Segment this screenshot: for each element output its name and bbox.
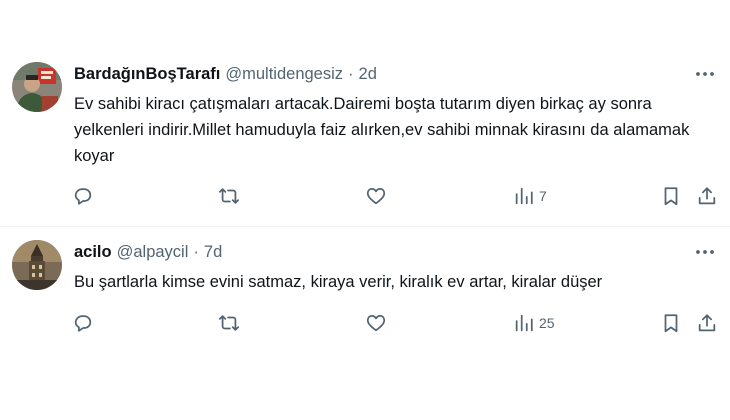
heart-icon xyxy=(366,187,386,205)
reply-icon xyxy=(74,315,92,332)
tweet[interactable]: BardağınBoşTarafı @multidengesiz · 2d Ev… xyxy=(0,0,730,226)
views-count: 25 xyxy=(539,315,555,331)
bookmark-icon xyxy=(664,187,678,206)
separator-dot: · xyxy=(348,64,354,83)
like-button[interactable] xyxy=(365,310,387,336)
share-icon xyxy=(698,314,716,332)
views-chart-icon xyxy=(515,187,533,205)
share-icon xyxy=(698,187,716,205)
more-options-button[interactable] xyxy=(692,241,718,263)
bookmark-button[interactable] xyxy=(660,310,682,336)
views-button[interactable]: 7 xyxy=(513,183,547,209)
display-name[interactable]: acilo xyxy=(74,243,112,262)
like-button[interactable] xyxy=(365,183,387,209)
tweet-text: Ev sahibi kiracı çatışmaları artacak.Dai… xyxy=(74,95,690,165)
timestamp[interactable]: 7d xyxy=(204,243,222,262)
share-button[interactable] xyxy=(696,183,718,209)
reply-icon xyxy=(74,188,92,205)
heart-icon xyxy=(366,314,386,332)
bookmark-icon xyxy=(664,314,678,333)
tweet-actions: 7 xyxy=(70,183,720,209)
share-button[interactable] xyxy=(696,310,718,336)
separator-dot: · xyxy=(193,242,199,261)
avatar-person-icon xyxy=(12,62,62,112)
views-button[interactable]: 25 xyxy=(513,310,555,336)
retweet-button[interactable] xyxy=(218,310,240,336)
avatar[interactable] xyxy=(12,240,62,290)
avatar-tower-icon xyxy=(12,240,62,290)
more-options-button[interactable] xyxy=(692,63,718,85)
timestamp[interactable]: 2d xyxy=(359,65,377,84)
retweet-icon xyxy=(218,315,240,331)
retweet-button[interactable] xyxy=(218,183,240,209)
avatar[interactable] xyxy=(12,62,62,112)
more-horizontal-icon xyxy=(696,72,714,76)
views-count: 7 xyxy=(539,188,547,204)
display-name[interactable]: BardağınBoşTarafı xyxy=(74,65,220,84)
user-handle[interactable]: @multidengesiz xyxy=(225,65,343,84)
tweet-feed: BardağınBoşTarafı @multidengesiz · 2d Ev… xyxy=(0,0,730,420)
user-handle[interactable]: @alpaycil xyxy=(117,243,189,262)
retweet-icon xyxy=(218,188,240,204)
tweet-text: Bu şartlarla kimse evini satmaz, kiraya … xyxy=(74,273,603,291)
views-chart-icon xyxy=(515,314,533,332)
more-horizontal-icon xyxy=(696,250,714,254)
tweet-header: acilo @alpaycil · 7d xyxy=(74,241,222,263)
reply-button[interactable] xyxy=(72,310,94,336)
bookmark-button[interactable] xyxy=(660,183,682,209)
tweet-actions: 25 xyxy=(70,310,720,336)
reply-button[interactable] xyxy=(72,183,94,209)
tweet-header: BardağınBoşTarafı @multidengesiz · 2d xyxy=(74,63,377,85)
tweet[interactable]: acilo @alpaycil · 7d Bu şartlarla kimse … xyxy=(0,227,730,420)
